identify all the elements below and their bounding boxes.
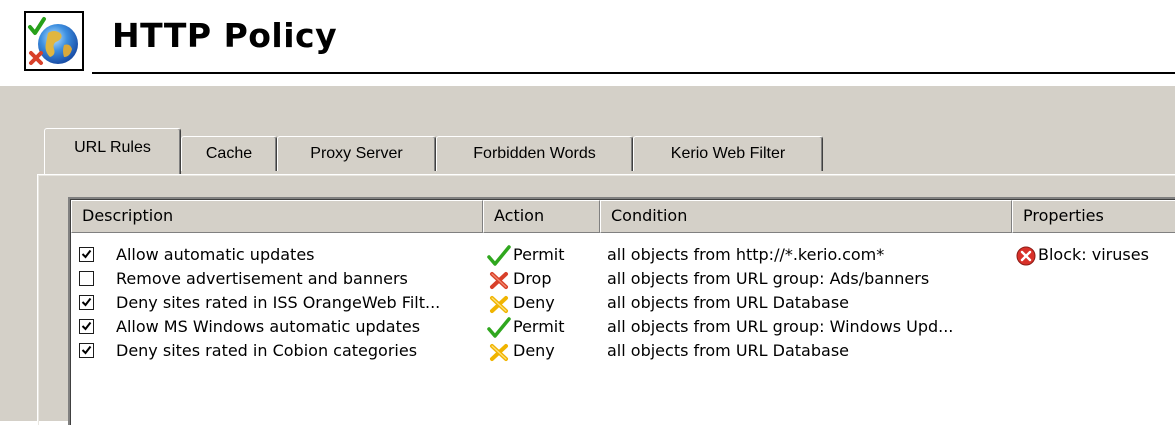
rule-condition: all objects from URL Database <box>607 293 849 312</box>
rule-condition: all objects from URL Database <box>607 341 849 360</box>
rule-enabled-checkbox[interactable] <box>79 271 94 286</box>
table-row[interactable]: Deny sites rated in Cobion categories De… <box>70 339 1175 363</box>
rule-action: Deny <box>487 291 597 315</box>
rule-condition: all objects from URL group: Ads/banners <box>607 269 930 288</box>
page-title: HTTP Policy <box>112 16 338 55</box>
column-header-condition[interactable]: Condition <box>600 200 1012 233</box>
table-row[interactable]: Deny sites rated in ISS OrangeWeb Filt..… <box>70 291 1175 315</box>
table-row[interactable]: Allow automatic updates Permit all objec… <box>70 243 1175 267</box>
tab-label: Proxy Server <box>310 145 403 162</box>
rule-description: Deny sites rated in ISS OrangeWeb Filt..… <box>116 293 441 312</box>
deny-icon <box>490 344 508 361</box>
rule-enabled-checkbox[interactable] <box>79 295 94 310</box>
tab-label: Kerio Web Filter <box>670 145 786 162</box>
tab-forbidden-words[interactable]: Forbidden Words <box>436 136 633 171</box>
table-row[interactable]: Allow MS Windows automatic updates Permi… <box>70 315 1175 339</box>
rule-enabled-checkbox[interactable] <box>79 319 94 334</box>
permit-checkmark-icon <box>487 245 511 266</box>
table-row[interactable]: Remove advertisement and banners Drop al… <box>70 267 1175 291</box>
http-policy-globe-icon <box>24 11 84 71</box>
rules-table[interactable]: Description Action Condition Properties … <box>68 197 1175 425</box>
rule-enabled-checkbox[interactable] <box>79 247 94 262</box>
rule-condition: all objects from http://*.kerio.com* <box>607 245 885 264</box>
header: HTTP Policy <box>0 0 1175 82</box>
rule-action: Drop <box>487 267 597 291</box>
rule-properties: Block: viruses <box>1016 243 1175 267</box>
tab-kerio-web-filter[interactable]: Kerio Web Filter <box>633 136 823 171</box>
column-header-properties[interactable]: Properties <box>1012 200 1175 233</box>
rule-action: Permit <box>487 315 597 339</box>
rule-description: Allow automatic updates <box>116 245 315 264</box>
drop-icon <box>490 272 508 289</box>
rule-action: Permit <box>487 243 597 267</box>
tab-proxy-server[interactable]: Proxy Server <box>277 136 436 171</box>
column-header-action[interactable]: Action <box>483 200 600 233</box>
tab-label: URL Rules <box>74 139 151 156</box>
rule-description: Remove advertisement and banners <box>116 269 408 288</box>
permit-checkmark-icon <box>487 317 511 338</box>
rule-description: Deny sites rated in Cobion categories <box>116 341 418 360</box>
rule-condition: all objects from URL group: Windows Upd.… <box>607 317 954 336</box>
title-divider <box>92 72 1175 74</box>
column-header-description[interactable]: Description <box>71 200 483 233</box>
tab-cache[interactable]: Cache <box>181 136 277 171</box>
tab-label: Forbidden Words <box>473 145 596 162</box>
tab-url-rules[interactable]: URL Rules <box>44 128 181 174</box>
rule-description: Allow MS Windows automatic updates <box>116 317 421 336</box>
rule-enabled-checkbox[interactable] <box>79 343 94 358</box>
rule-action: Deny <box>487 339 597 363</box>
deny-icon <box>490 296 508 313</box>
tab-label: Cache <box>205 145 253 162</box>
block-icon <box>1016 246 1036 266</box>
